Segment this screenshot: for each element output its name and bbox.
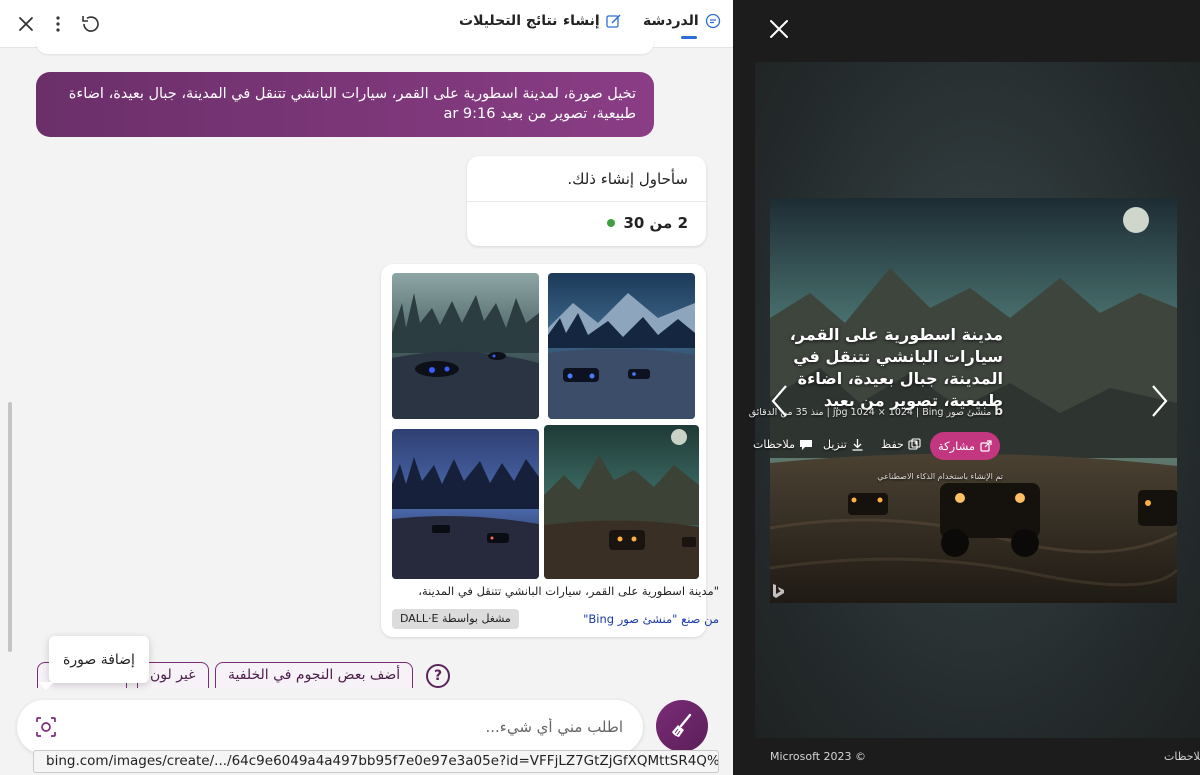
turn-counter-text: 2 من 30 [623,214,688,232]
chat-input[interactable] [83,715,623,739]
bot-reply-card: سأحاول إنشاء ذلك. 2 من 30 [467,156,706,246]
save-button[interactable]: حفظ [881,438,921,451]
share-button[interactable]: مشاركة [930,432,1000,460]
made-by-link[interactable]: من صنع "منشئ صور Bing" [583,612,719,626]
feedback-label: ملاحظات [753,438,795,451]
generated-image-4[interactable] [544,425,699,579]
compose-icon [606,13,622,29]
generated-image-2[interactable] [548,273,695,419]
add-image-icon[interactable] [35,716,57,738]
share-icon [980,440,992,452]
download-icon [852,439,863,451]
broom-icon [672,713,692,737]
divider [467,201,706,202]
dalle-badge: مشغل بواسطة DALL·E [392,609,519,629]
user-message: تخيل صورة، لمدينة اسطورية على القمر، سيا… [36,72,654,137]
collection-add-icon [908,438,921,450]
copyright-text: Microsoft 2023 © [770,750,867,763]
add-image-tooltip: إضافة صورة [49,636,149,683]
bing-icon: b [994,404,1003,418]
download-label: تنزيل [823,438,847,451]
image-viewer: مدينة اسطورية على القمر، سيارات البانشي … [733,0,1200,775]
download-button[interactable]: تنزيل [823,438,864,451]
chat-panel: نتائج التحليلات إنشاء الدردشة تخيل صورة،… [0,0,733,775]
bot-reply-text: سأحاول إنشاء ذلك. [567,170,688,188]
status-bar-url: bing.com/images/create/.../64c9e6049a4a4… [33,750,719,773]
generated-image-1[interactable] [392,273,539,419]
tab-label: نتائج التحليلات [459,13,558,29]
close-viewer-icon[interactable] [768,18,790,40]
tab-label: إنشاء [563,13,600,29]
previous-message-card [36,40,654,54]
chat-input-bar [17,700,643,754]
feedback-icon [800,439,812,450]
generated-image-3[interactable] [392,429,539,579]
tab-chat[interactable]: الدردشة [643,13,721,29]
viewer-footer: Microsoft 2023 © ملاحظات [733,738,1200,775]
tab-label: الدردشة [643,13,699,29]
more-options-icon[interactable] [46,12,70,36]
tab-create[interactable]: إنشاء [563,13,622,29]
scrollbar-thumb[interactable] [8,402,12,652]
bing-logo [771,583,785,599]
footer-feedback-link[interactable]: ملاحظات [1164,750,1200,763]
refresh-icon[interactable] [79,12,103,36]
feedback-button[interactable]: ملاحظات [753,438,813,451]
previous-image-arrow[interactable] [768,383,792,419]
help-icon[interactable]: ? [426,664,450,688]
image-caption: "مدينة اسطورية على القمر، سيارات البانشي… [419,584,719,598]
save-label: حفظ [881,438,904,451]
active-tab-indicator [681,36,697,39]
tab-analysis-results[interactable]: نتائج التحليلات [459,13,557,29]
ai-generated-note: تم الإنشاء باستخدام الذكاء الاصطناعي [877,472,1003,481]
close-icon[interactable] [14,12,38,36]
tooltip-tail [38,682,54,690]
turn-counter: 2 من 30 [607,214,688,232]
suggestion-chip[interactable]: أضف بعض النجوم في الخلفية [215,662,414,688]
status-dot [607,219,616,227]
next-image-arrow[interactable] [1147,383,1171,419]
new-topic-button[interactable] [656,700,708,752]
share-label: مشاركة [937,439,976,453]
chat-bubble-icon [705,13,721,29]
